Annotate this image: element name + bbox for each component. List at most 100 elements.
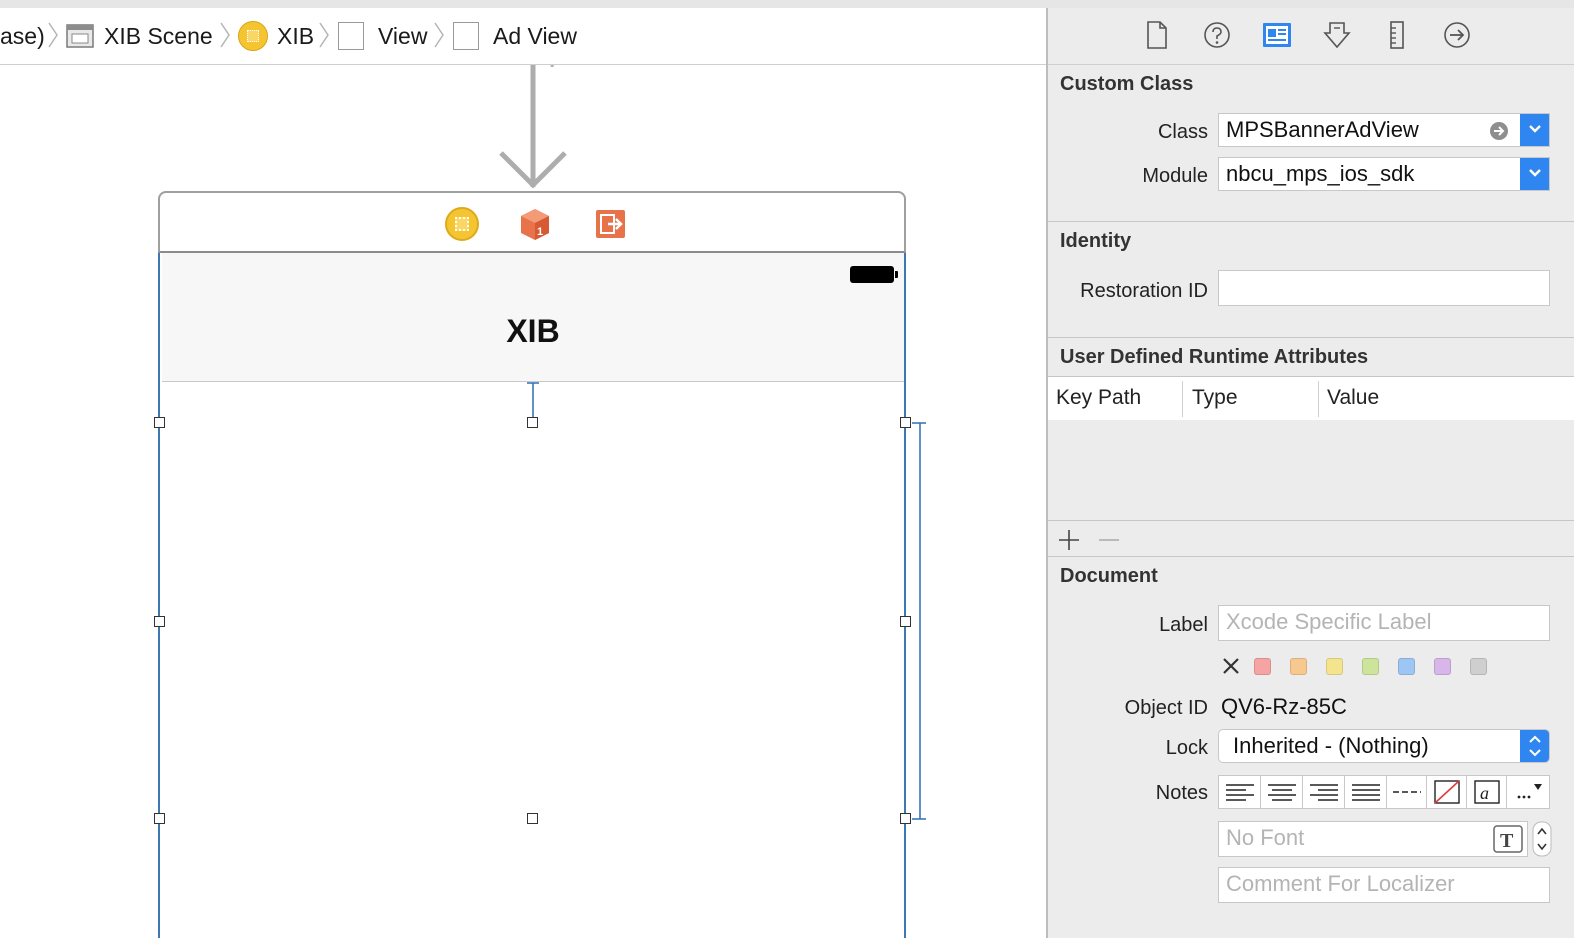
notes-format-toolbar: a bbox=[1218, 775, 1550, 809]
initial-scene-arrow-icon bbox=[499, 65, 567, 189]
scene-icon bbox=[66, 23, 94, 49]
column-divider bbox=[1318, 381, 1319, 417]
size-inspector-icon[interactable] bbox=[1382, 20, 1412, 50]
font-size-stepper[interactable] bbox=[1532, 821, 1552, 857]
section-title: Document bbox=[1060, 565, 1158, 587]
remove-attribute-button[interactable] bbox=[1098, 529, 1120, 551]
svg-text:1: 1 bbox=[537, 226, 543, 238]
breadcrumb-label: ase) bbox=[0, 22, 45, 49]
breadcrumb-label: Ad View bbox=[493, 22, 577, 49]
breadcrumb-item-view[interactable]: View bbox=[338, 16, 427, 56]
section-title: Identity bbox=[1060, 230, 1132, 252]
xcode-label-field[interactable]: Xcode Specific Label bbox=[1218, 605, 1550, 641]
breadcrumb-item-ad-view[interactable]: Ad View bbox=[453, 16, 577, 56]
breadcrumb-label: XIB bbox=[277, 22, 315, 49]
label-color-swatch[interactable] bbox=[1254, 658, 1271, 675]
first-responder-cube-icon[interactable]: 1 bbox=[518, 207, 552, 241]
scene-dock: 1 bbox=[158, 191, 906, 253]
section-title: Custom Class bbox=[1060, 73, 1194, 95]
identity-inspector-icon[interactable] bbox=[1262, 20, 1292, 50]
add-attribute-button[interactable] bbox=[1058, 529, 1080, 551]
label-color-swatch[interactable] bbox=[1434, 658, 1451, 675]
restoration-id-field[interactable] bbox=[1218, 270, 1550, 306]
column-header-type[interactable]: Type bbox=[1192, 386, 1238, 410]
interface-builder-canvas[interactable]: 1 XIB bbox=[0, 65, 1046, 938]
class-label: Class bbox=[1157, 121, 1208, 143]
module-combo-box[interactable]: nbcu_mps_ios_sdk bbox=[1218, 157, 1550, 191]
battery-icon bbox=[850, 266, 898, 283]
align-justify-button[interactable] bbox=[1345, 776, 1387, 808]
inspector-tab-bar bbox=[1048, 8, 1574, 65]
runtime-attributes-table-body[interactable] bbox=[1048, 420, 1574, 520]
align-center-button[interactable] bbox=[1261, 776, 1303, 808]
view-controller-icon[interactable] bbox=[445, 207, 479, 241]
more-options-button[interactable] bbox=[1507, 776, 1549, 808]
breadcrumb-item-base[interactable]: ase) bbox=[0, 16, 45, 56]
quick-help-icon[interactable] bbox=[1202, 20, 1232, 50]
breadcrumb-chevron-icon bbox=[434, 22, 444, 48]
resize-handle-bottom-right[interactable] bbox=[900, 813, 911, 824]
resize-handle-top-right[interactable] bbox=[900, 417, 911, 428]
resize-handle-bottom[interactable] bbox=[527, 813, 538, 824]
connections-inspector-icon[interactable] bbox=[1442, 20, 1472, 50]
breadcrumb-item-xib-scene[interactable]: XIB Scene bbox=[66, 16, 213, 56]
restoration-id-label: Restoration ID bbox=[1080, 280, 1208, 302]
navigation-bar[interactable]: XIB bbox=[162, 253, 904, 382]
breadcrumb-label: View bbox=[378, 22, 428, 49]
comment-for-localizer-field[interactable]: Comment For Localizer bbox=[1218, 867, 1550, 903]
view-controller-icon bbox=[238, 21, 268, 51]
identity-section: Identity Restoration ID bbox=[1048, 221, 1574, 338]
runtime-attributes-toolbar bbox=[1048, 520, 1574, 558]
resize-handle-bottom-left[interactable] bbox=[154, 813, 165, 824]
nav-title: XIB bbox=[506, 313, 560, 349]
lock-popup-button[interactable]: Inherited - (Nothing) bbox=[1218, 729, 1550, 763]
font-picker-icon[interactable]: T bbox=[1493, 825, 1523, 853]
resize-handle-top[interactable] bbox=[527, 417, 538, 428]
breadcrumb-chevron-icon bbox=[220, 22, 230, 48]
resize-handle-top-left[interactable] bbox=[154, 417, 165, 428]
custom-class-section: Custom Class Class MPSBannerAdView Modul… bbox=[1048, 65, 1574, 221]
align-left-button[interactable] bbox=[1219, 776, 1261, 808]
file-inspector-icon[interactable] bbox=[1142, 20, 1172, 50]
clear-label-color-icon[interactable] bbox=[1222, 657, 1240, 675]
runtime-attributes-table-header: Key Path Type Value bbox=[1048, 376, 1574, 422]
module-value: nbcu_mps_ios_sdk bbox=[1226, 161, 1415, 186]
object-id-value: QV6-Rz-85C bbox=[1221, 694, 1347, 719]
up-down-chevrons-icon bbox=[1529, 735, 1541, 757]
class-value: MPSBannerAdView bbox=[1226, 117, 1419, 142]
label-color-swatch[interactable] bbox=[1470, 658, 1487, 675]
notes-font-field[interactable]: No Font T bbox=[1218, 821, 1528, 857]
section-title: User Defined Runtime Attributes bbox=[1060, 346, 1369, 368]
breadcrumb-chevron-icon bbox=[319, 22, 329, 48]
go-to-class-icon[interactable] bbox=[1489, 121, 1509, 141]
breadcrumb-label: XIB Scene bbox=[104, 22, 213, 49]
exit-icon[interactable] bbox=[594, 207, 628, 241]
view-icon bbox=[453, 22, 479, 50]
module-dropdown-button[interactable] bbox=[1520, 158, 1549, 190]
inspector-panel: Custom Class Class MPSBannerAdView Modul… bbox=[1046, 8, 1574, 938]
breadcrumb-item-xib[interactable]: XIB bbox=[238, 16, 314, 56]
lock-stepper-arrows[interactable] bbox=[1520, 730, 1549, 762]
text-color-button[interactable]: a bbox=[1467, 776, 1507, 808]
chevron-down-icon bbox=[1529, 125, 1541, 133]
column-header-key-path[interactable]: Key Path bbox=[1056, 386, 1141, 410]
doc-label-label: Label bbox=[1159, 614, 1208, 636]
separator-style-button[interactable] bbox=[1387, 776, 1427, 808]
lock-label: Lock bbox=[1165, 737, 1208, 759]
label-color-swatch[interactable] bbox=[1398, 658, 1415, 675]
object-id-label: Object ID bbox=[1124, 697, 1208, 719]
resize-handle-right[interactable] bbox=[900, 616, 911, 627]
label-color-swatch[interactable] bbox=[1362, 658, 1379, 675]
attributes-inspector-icon[interactable] bbox=[1322, 20, 1352, 50]
font-placeholder: No Font bbox=[1226, 825, 1305, 850]
class-dropdown-button[interactable] bbox=[1520, 114, 1549, 146]
column-header-value[interactable]: Value bbox=[1327, 386, 1379, 410]
chevron-down-icon bbox=[1529, 169, 1541, 177]
label-color-swatch[interactable] bbox=[1326, 658, 1343, 675]
no-background-color-button[interactable] bbox=[1427, 776, 1467, 808]
resize-handle-left[interactable] bbox=[154, 616, 165, 627]
align-right-button[interactable] bbox=[1303, 776, 1345, 808]
class-combo-box[interactable]: MPSBannerAdView bbox=[1218, 113, 1550, 147]
module-label: Module bbox=[1142, 165, 1208, 187]
label-color-swatch[interactable] bbox=[1290, 658, 1307, 675]
